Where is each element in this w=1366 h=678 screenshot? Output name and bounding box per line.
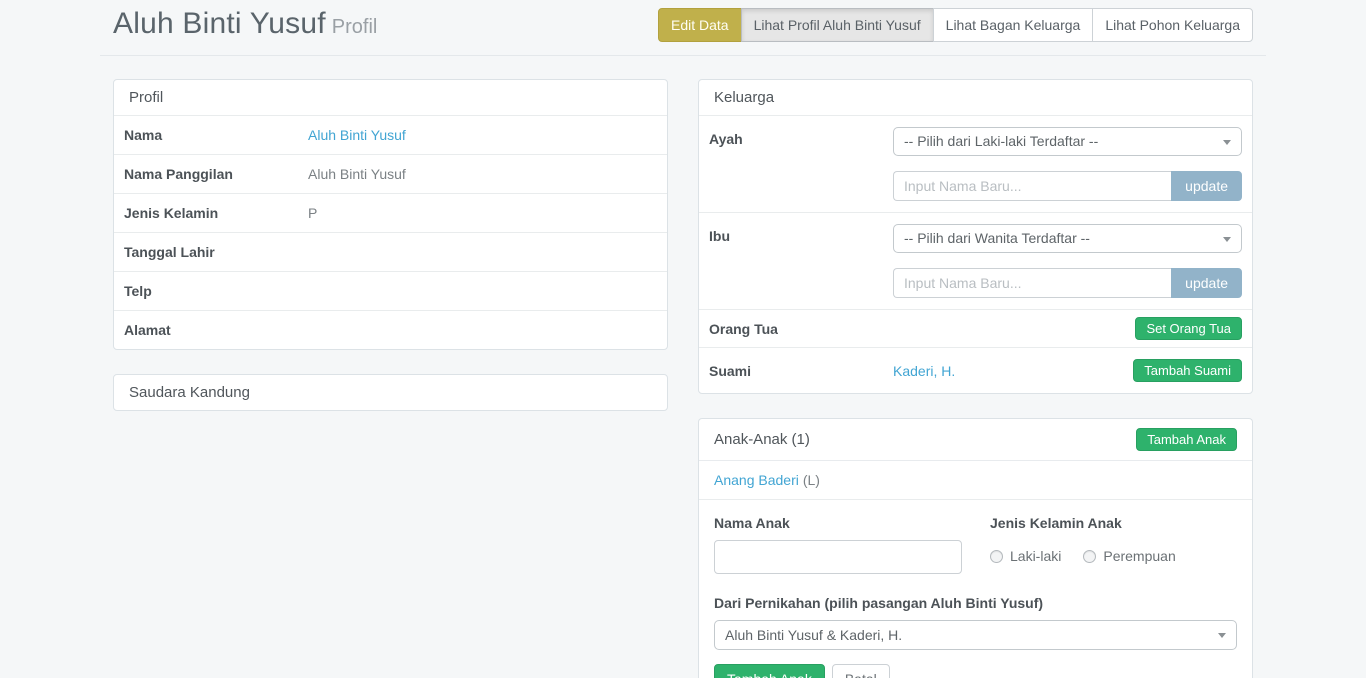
row-label: Nama [124, 127, 308, 143]
keluarga-panel: Keluarga Ayah -- Pilih dari Laki-laki Te… [698, 79, 1253, 394]
radio-laki-laki-label: Laki-laki [1010, 548, 1061, 564]
tambah-suami-button[interactable]: Tambah Suami [1133, 359, 1242, 382]
nama-anak-field: Nama Anak [714, 515, 990, 574]
header-divider [100, 55, 1266, 56]
nama-link[interactable]: Aluh Binti Yusuf [308, 127, 657, 143]
pernikahan-select[interactable]: Aluh Binti Yusuf & Kaderi, H. [714, 620, 1237, 650]
radio-laki-laki[interactable]: Laki-laki [990, 548, 1061, 564]
lihat-profil-button[interactable]: Lihat Profil Aluh Binti Yusuf [741, 8, 934, 42]
radio-perempuan[interactable]: Perempuan [1083, 548, 1175, 564]
row-label: Tanggal Lahir [124, 244, 308, 260]
lihat-bagan-keluarga-button[interactable]: Lihat Bagan Keluarga [933, 8, 1094, 42]
keluarga-panel-title: Keluarga [699, 80, 1252, 115]
page-title-block: Aluh Binti Yusuf Profil [113, 7, 377, 41]
suami-content: Kaderi, H. Tambah Suami [893, 359, 1242, 382]
table-row: Tanggal Lahir [114, 232, 667, 271]
saudara-kandung-title: Saudara Kandung [114, 375, 667, 410]
suami-label: Suami [709, 363, 893, 379]
view-toolbar: Edit Data Lihat Profil Aluh Binti Yusuf … [658, 8, 1253, 42]
ibu-label: Ibu [709, 224, 893, 298]
jenis-kelamin-anak-label: Jenis Kelamin Anak [990, 515, 1237, 531]
anak-anak-panel: Anak-Anak (1) Tambah Anak Anang Baderi(L… [698, 418, 1253, 678]
ibu-input-group: update [893, 268, 1242, 298]
ibu-update-button[interactable]: update [1171, 268, 1242, 298]
lihat-pohon-keluarga-button[interactable]: Lihat Pohon Keluarga [1092, 8, 1253, 42]
jenis-kelamin-field: Jenis Kelamin Anak Laki-laki Perempuan [990, 515, 1237, 574]
edit-data-button[interactable]: Edit Data [658, 8, 742, 42]
page-subtitle: Profil [332, 16, 378, 38]
tambah-anak-submit-button[interactable]: Tambah Anak [714, 664, 825, 678]
row-label: Jenis Kelamin [124, 205, 308, 221]
left-column: Profil Nama Aluh Binti Yusuf Nama Panggi… [113, 79, 668, 678]
suami-row: Suami Kaderi, H. Tambah Suami [699, 347, 1252, 393]
row-value: P [308, 205, 657, 221]
profil-panel-title: Profil [114, 80, 667, 115]
row-label: Nama Panggilan [124, 166, 308, 182]
row-label: Alamat [124, 322, 308, 338]
orang-tua-label: Orang Tua [709, 321, 893, 337]
radio-icon [990, 550, 1003, 563]
orang-tua-actions: Set Orang Tua [893, 317, 1242, 340]
suami-link[interactable]: Kaderi, H. [893, 363, 1133, 379]
add-child-form: Nama Anak Jenis Kelamin Anak Laki-laki [699, 500, 1252, 678]
ayah-select[interactable]: -- Pilih dari Laki-laki Terdaftar -- [893, 127, 1242, 156]
ayah-label: Ayah [709, 127, 893, 201]
saudara-kandung-panel: Saudara Kandung [113, 374, 668, 411]
ayah-controls: -- Pilih dari Laki-laki Terdaftar -- upd… [893, 127, 1242, 201]
list-item: Anang Baderi(L) [699, 461, 1252, 500]
row-label: Telp [124, 283, 308, 299]
pernikahan-select-value: Aluh Binti Yusuf & Kaderi, H. [725, 627, 902, 643]
table-row: Alamat [114, 310, 667, 349]
orang-tua-row: Orang Tua Set Orang Tua [699, 309, 1252, 347]
table-row: Telp [114, 271, 667, 310]
child-gender-suffix: (L) [803, 472, 820, 488]
ibu-new-name-input[interactable] [893, 268, 1171, 298]
right-column: Keluarga Ayah -- Pilih dari Laki-laki Te… [698, 79, 1253, 678]
anak-anak-title: Anak-Anak (1) [714, 431, 810, 448]
ayah-select-value: -- Pilih dari Laki-laki Terdaftar -- [904, 133, 1098, 149]
chevron-down-icon [1223, 237, 1231, 242]
ibu-row: Ibu -- Pilih dari Wanita Terdaftar -- up… [699, 212, 1252, 309]
ibu-select-value: -- Pilih dari Wanita Terdaftar -- [904, 230, 1090, 246]
gender-radio-group: Laki-laki Perempuan [990, 548, 1237, 564]
table-row: Nama Panggilan Aluh Binti Yusuf [114, 154, 667, 193]
ayah-row: Ayah -- Pilih dari Laki-laki Terdaftar -… [699, 115, 1252, 212]
chevron-down-icon [1218, 633, 1226, 638]
table-row: Nama Aluh Binti Yusuf [114, 115, 667, 154]
page-title: Aluh Binti Yusuf [113, 7, 326, 40]
pernikahan-label: Dari Pernikahan (pilih pasangan Aluh Bin… [714, 595, 1237, 611]
page-container: Aluh Binti Yusuf Profil Edit Data Lihat P… [98, 0, 1268, 678]
ayah-input-group: update [893, 171, 1242, 201]
child-link[interactable]: Anang Baderi [714, 472, 799, 488]
profil-panel: Profil Nama Aluh Binti Yusuf Nama Panggi… [113, 79, 668, 350]
pernikahan-field: Dari Pernikahan (pilih pasangan Aluh Bin… [714, 595, 1237, 650]
chevron-down-icon [1223, 140, 1231, 145]
row-value: Aluh Binti Yusuf [308, 166, 657, 182]
form-buttons: Tambah Anak Batal [714, 664, 1237, 678]
ayah-update-button[interactable]: update [1171, 171, 1242, 201]
set-orang-tua-button[interactable]: Set Orang Tua [1135, 317, 1242, 340]
anak-anak-header: Anak-Anak (1) Tambah Anak [699, 419, 1252, 461]
ayah-new-name-input[interactable] [893, 171, 1171, 201]
batal-button[interactable]: Batal [832, 664, 890, 678]
nama-anak-input[interactable] [714, 540, 962, 574]
tambah-anak-header-button[interactable]: Tambah Anak [1136, 428, 1237, 451]
ibu-controls: -- Pilih dari Wanita Terdaftar -- update [893, 224, 1242, 298]
table-row: Jenis Kelamin P [114, 193, 667, 232]
nama-anak-label: Nama Anak [714, 515, 990, 531]
radio-perempuan-label: Perempuan [1103, 548, 1175, 564]
page-header: Aluh Binti Yusuf Profil Edit Data Lihat P… [113, 0, 1253, 42]
ibu-select[interactable]: -- Pilih dari Wanita Terdaftar -- [893, 224, 1242, 253]
radio-icon [1083, 550, 1096, 563]
